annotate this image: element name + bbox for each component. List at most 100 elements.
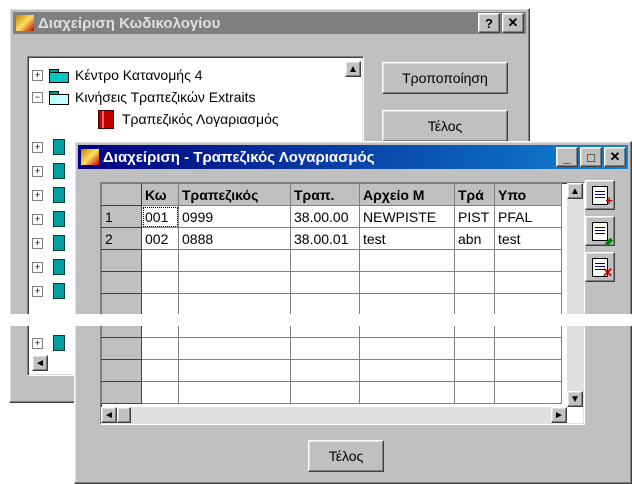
tree-item-collapsed[interactable]: + [32, 161, 65, 181]
row-number[interactable]: 1 [101, 205, 142, 228]
tree-item-bank-account[interactable]: Τραπεζικός Λογαριασμός [98, 109, 279, 129]
row-number[interactable]: 2 [101, 227, 142, 250]
table-cell[interactable] [359, 337, 455, 360]
tree-item-collapsed[interactable]: + [32, 185, 65, 205]
scroll-up-button[interactable]: ▲ [345, 61, 361, 77]
table-cell[interactable]: 0888 [178, 227, 291, 250]
expand-icon[interactable]: + [32, 69, 43, 81]
delete-record-button[interactable]: ✕ [585, 252, 615, 282]
row-selector[interactable] [101, 381, 142, 404]
table-cell[interactable]: test [359, 227, 455, 250]
table-cell[interactable]: 38.00.01 [290, 227, 360, 250]
tree-item-collapsed[interactable]: + [32, 209, 65, 229]
tree-item-bank-movements[interactable]: − Κινήσεις Τραπεζικών Extraits [32, 87, 255, 107]
close-window-button[interactable]: Τέλος [308, 440, 384, 472]
table-cell[interactable] [178, 337, 291, 360]
table-row[interactable]: 2 002 0888 38.00.01 test abn test [101, 227, 562, 250]
expand-icon[interactable]: + [32, 337, 43, 349]
table-cell[interactable]: 001 [141, 205, 179, 228]
code-manager-titlebar[interactable]: Διαχείριση Κωδικολογίου ? ✕ [13, 12, 526, 34]
modify-button[interactable]: Τροποποίηση [382, 62, 508, 94]
expand-icon[interactable]: + [32, 165, 43, 177]
table-cell[interactable] [454, 381, 495, 404]
table-cell[interactable] [290, 381, 360, 404]
table-cell[interactable] [290, 249, 360, 272]
scroll-right-button[interactable]: ► [551, 407, 567, 423]
table-cell[interactable] [494, 337, 562, 360]
table-row[interactable]: 1 001 0999 38.00.00 NEWPISTE PIST PFAL [101, 205, 562, 228]
horizontal-scrollbar[interactable]: ◄ ► [101, 407, 567, 424]
table-cell[interactable] [454, 359, 495, 382]
scroll-left-button[interactable]: ◄ [101, 407, 117, 423]
table-cell[interactable]: test [494, 227, 562, 250]
table-cell[interactable] [290, 359, 360, 382]
table-cell[interactable] [494, 381, 562, 404]
records-grid[interactable]: Κω Τραπεζικός Τραπ. Αρχείο Μ Τρά Υπο 1 0… [100, 182, 585, 425]
expand-icon[interactable]: + [32, 189, 43, 201]
table-cell[interactable]: NEWPISTE [359, 205, 455, 228]
table-cell[interactable]: 38.00.00 [290, 205, 360, 228]
table-cell[interactable] [359, 293, 455, 316]
table-cell[interactable]: abn [454, 227, 495, 250]
column-header[interactable]: Κω [141, 183, 179, 206]
table-cell[interactable] [141, 359, 179, 382]
table-cell[interactable] [141, 249, 179, 272]
empty-row[interactable] [101, 249, 562, 272]
column-header[interactable]: Τρά [454, 183, 495, 206]
tree-item-allocation-center[interactable]: + Κέντρο Κατανομής 4 [32, 65, 203, 85]
empty-row[interactable] [101, 359, 562, 382]
table-cell[interactable]: PIST [454, 205, 495, 228]
tree-item-collapsed[interactable]: + [32, 333, 65, 353]
bank-account-titlebar[interactable]: Διαχείριση - Τραπεζικός Λογαριασμός _ □ … [78, 145, 628, 169]
table-cell[interactable] [141, 271, 179, 294]
empty-row[interactable] [101, 293, 562, 316]
maximize-button[interactable]: □ [580, 147, 602, 167]
table-cell[interactable] [454, 293, 495, 316]
column-header[interactable]: Αρχείο Μ [359, 183, 455, 206]
row-selector[interactable] [101, 249, 142, 272]
table-cell[interactable] [359, 249, 455, 272]
tree-item-collapsed[interactable]: + [32, 233, 65, 253]
table-cell[interactable] [359, 271, 455, 294]
table-cell[interactable] [178, 381, 291, 404]
scroll-down-button[interactable]: ▼ [567, 391, 583, 407]
collapse-icon[interactable]: − [32, 91, 43, 103]
table-cell[interactable] [359, 359, 455, 382]
scroll-thumb[interactable] [117, 407, 131, 423]
empty-row[interactable] [101, 271, 562, 294]
row-selector[interactable] [101, 293, 142, 316]
table-cell[interactable] [454, 337, 495, 360]
scroll-left-button[interactable]: ◄ [32, 355, 48, 371]
table-cell[interactable] [178, 359, 291, 382]
table-cell[interactable] [494, 293, 562, 316]
expand-icon[interactable]: + [32, 213, 43, 225]
table-cell[interactable]: PFAL [494, 205, 562, 228]
table-cell[interactable] [290, 271, 360, 294]
expand-icon[interactable]: + [32, 237, 43, 249]
tree-item-collapsed[interactable]: + [32, 257, 65, 277]
table-cell[interactable] [290, 337, 360, 360]
table-cell[interactable] [290, 293, 360, 316]
row-selector[interactable] [101, 271, 142, 294]
scroll-up-button[interactable]: ▲ [567, 183, 583, 199]
row-selector-header[interactable] [101, 183, 142, 206]
table-cell[interactable]: 002 [141, 227, 179, 250]
table-cell[interactable] [141, 381, 179, 404]
back-close-button[interactable]: Τέλος [382, 110, 508, 142]
table-cell[interactable] [178, 293, 291, 316]
close-button[interactable]: ✕ [502, 13, 524, 33]
expand-icon[interactable]: + [32, 141, 43, 153]
row-selector[interactable] [101, 337, 142, 360]
table-cell[interactable] [454, 249, 495, 272]
column-header[interactable]: Τραπ. [290, 183, 360, 206]
expand-icon[interactable]: + [32, 285, 43, 297]
table-cell[interactable] [494, 271, 562, 294]
empty-row[interactable] [101, 381, 562, 404]
add-record-button[interactable]: + [585, 180, 615, 210]
tree-item-collapsed[interactable]: + [32, 137, 65, 157]
column-header[interactable]: Τραπεζικός [178, 183, 291, 206]
help-button[interactable]: ? [478, 13, 500, 33]
minimize-button[interactable]: _ [556, 147, 578, 167]
empty-row[interactable] [101, 337, 562, 360]
table-cell[interactable] [454, 271, 495, 294]
